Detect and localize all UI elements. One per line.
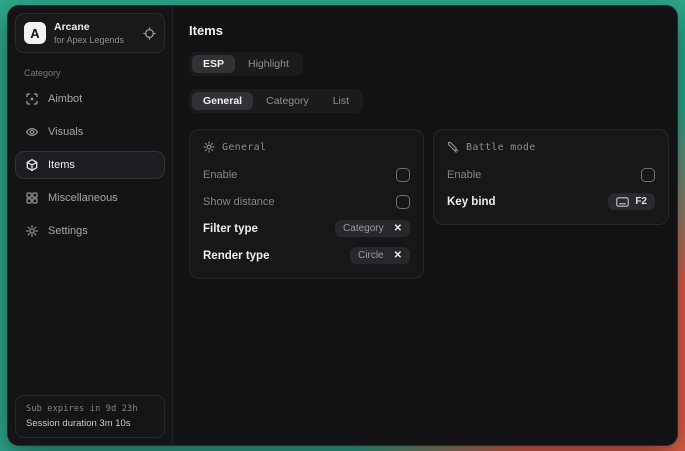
sidebar-item-aimbot[interactable]: Aimbot (15, 85, 165, 113)
view-tabs-row: General Category List (189, 89, 669, 113)
app-window: A Arcane for Apex Legends Category (7, 5, 678, 446)
sidebar-item-items[interactable]: Items (15, 151, 165, 179)
desktop-background: A Arcane for Apex Legends Category (0, 0, 685, 451)
general-panel-title: General (222, 142, 266, 153)
setting-row-filter-type: Filter type Category ✕ (203, 219, 410, 238)
tab-esp[interactable]: ESP (192, 55, 235, 73)
sidebar-item-miscellaneous[interactable]: Miscellaneous (15, 184, 165, 212)
show-distance-checkbox[interactable] (396, 195, 410, 209)
clear-icon[interactable]: ✕ (394, 251, 402, 261)
tab-general[interactable]: General (192, 92, 253, 110)
crosshair-icon[interactable] (143, 27, 156, 40)
page-title: Items (189, 23, 669, 38)
setting-row-show-distance: Show distance (203, 192, 410, 211)
panels-row: General Enable Show distance Filter type… (189, 129, 669, 279)
grid-icon (25, 191, 39, 205)
keybind-value: F2 (635, 196, 647, 207)
setting-label: Enable (447, 169, 481, 181)
battle-mode-panel: Battle mode Enable Key bind (433, 129, 669, 225)
setting-row-key-bind: Key bind F2 (447, 192, 655, 211)
tab-list[interactable]: List (322, 92, 360, 110)
enable-checkbox[interactable] (396, 168, 410, 182)
filter-type-value: Category (343, 223, 384, 234)
battle-mode-panel-header: Battle mode (447, 141, 655, 153)
tab-category[interactable]: Category (255, 92, 320, 110)
clear-icon[interactable]: ✕ (394, 224, 402, 234)
sub-expiry-text: Sub expires in 9d 23h (26, 404, 154, 414)
brand-title: Arcane (54, 21, 124, 33)
sidebar-item-label: Items (48, 159, 75, 171)
main-content: Items ESP Highlight General Category Lis… (173, 6, 678, 445)
general-panel-header: General (203, 141, 410, 153)
brand-text: Arcane for Apex Legends (54, 21, 124, 45)
filter-type-select[interactable]: Category ✕ (335, 220, 410, 237)
battle-mode-panel-title: Battle mode (466, 142, 536, 153)
app-logo: A (24, 22, 46, 44)
sidebar-item-visuals[interactable]: Visuals (15, 118, 165, 146)
sun-icon (203, 141, 215, 153)
sidebar: A Arcane for Apex Legends Category (8, 6, 173, 445)
tab-highlight[interactable]: Highlight (237, 55, 300, 73)
setting-row-enable: Enable (203, 165, 410, 184)
brand-card: A Arcane for Apex Legends (15, 13, 165, 53)
brand-subtitle: for Apex Legends (54, 35, 124, 45)
category-section-label: Category (24, 68, 165, 78)
swords-icon (447, 141, 459, 153)
setting-row-battle-enable: Enable (447, 165, 655, 184)
sidebar-item-settings[interactable]: Settings (15, 217, 165, 245)
setting-label: Show distance (203, 196, 275, 208)
battle-enable-checkbox[interactable] (641, 168, 655, 182)
sidebar-item-label: Settings (48, 225, 88, 237)
mode-tabs-row: ESP Highlight (189, 52, 669, 76)
session-duration-text: Session duration 3m 10s (26, 418, 154, 429)
subscription-card: Sub expires in 9d 23h Session duration 3… (15, 395, 165, 438)
sidebar-item-label: Miscellaneous (48, 192, 118, 204)
scan-target-icon (25, 92, 39, 106)
sidebar-item-label: Visuals (48, 126, 83, 138)
mode-tab-group: ESP Highlight (189, 52, 303, 76)
render-type-value: Circle (358, 250, 384, 261)
gear-icon (25, 224, 39, 238)
view-tab-group: General Category List (189, 89, 363, 113)
eye-icon (25, 125, 39, 139)
sidebar-item-label: Aimbot (48, 93, 82, 105)
setting-label: Key bind (447, 196, 496, 208)
setting-label: Render type (203, 250, 269, 262)
sidebar-nav: Aimbot Visuals (15, 85, 165, 245)
package-icon (25, 158, 39, 172)
general-panel: General Enable Show distance Filter type… (189, 129, 424, 279)
render-type-select[interactable]: Circle ✕ (350, 247, 410, 264)
keyboard-icon (616, 197, 629, 207)
setting-label: Filter type (203, 223, 258, 235)
setting-row-render-type: Render type Circle ✕ (203, 246, 410, 265)
keybind-button[interactable]: F2 (608, 193, 655, 210)
setting-label: Enable (203, 169, 237, 181)
